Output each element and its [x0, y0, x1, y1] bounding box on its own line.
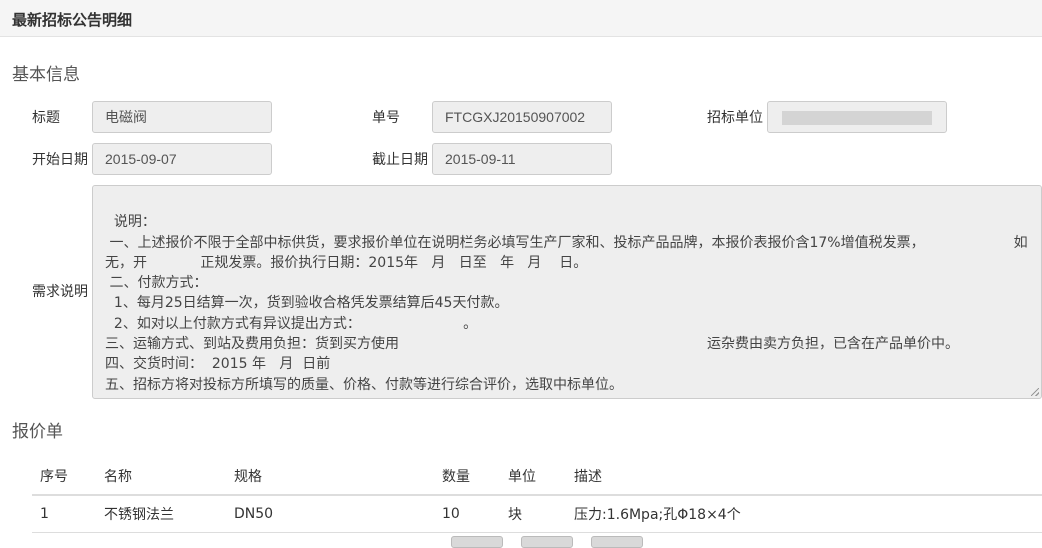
col-index: 序号	[32, 458, 96, 496]
end-date-field[interactable]: 2015-09-11	[432, 143, 612, 175]
page-header: 最新招标公告明细	[0, 0, 1042, 37]
col-spec: 规格	[226, 458, 434, 496]
start-date-field[interactable]: 2015-09-07	[92, 143, 272, 175]
quote-table: 序号 名称 规格 数量 单位 描述 1 不锈钢法兰 DN50 10 块 压力:1…	[32, 458, 1042, 533]
cell-name: 不锈钢法兰	[96, 495, 226, 533]
action-button-1[interactable]	[451, 536, 503, 548]
cell-unit: 块	[500, 495, 566, 533]
col-desc: 描述	[566, 458, 1042, 496]
number-field[interactable]: FTCGXJ20150907002	[432, 101, 612, 133]
unit-label: 招标单位	[707, 110, 763, 126]
action-button-2[interactable]	[521, 536, 573, 548]
start-date-label: 开始日期	[32, 152, 88, 168]
table-header-row: 序号 名称 规格 数量 单位 描述	[32, 458, 1042, 496]
requirement-textarea[interactable]: 说明： 一、上述报价不限于全部中标供货，要求报价单位在说明栏务必填写生产厂家和、…	[92, 185, 1042, 399]
action-button-3[interactable]	[591, 536, 643, 548]
requirement-text: 说明： 一、上述报价不限于全部中标供货，要求报价单位在说明栏务必填写生产厂家和、…	[105, 214, 1028, 393]
title-label: 标题	[32, 110, 60, 126]
unit-field[interactable]	[767, 101, 947, 133]
cell-spec: DN50	[226, 495, 434, 533]
col-unit: 单位	[500, 458, 566, 496]
basic-info-heading: 基本信息	[12, 65, 80, 85]
title-field[interactable]: 电磁阀	[92, 101, 272, 133]
requirement-label: 需求说明	[32, 284, 88, 300]
number-label: 单号	[372, 110, 400, 126]
end-date-label: 截止日期	[372, 152, 428, 168]
col-qty: 数量	[434, 458, 500, 496]
cell-index: 1	[32, 495, 96, 533]
table-row: 1 不锈钢法兰 DN50 10 块 压力:1.6Mpa;孔Φ18×4个	[32, 495, 1042, 533]
cell-desc: 压力:1.6Mpa;孔Φ18×4个	[566, 495, 1042, 533]
cell-qty: 10	[434, 495, 500, 533]
col-name: 名称	[96, 458, 226, 496]
resize-handle[interactable]	[1031, 388, 1039, 396]
page-title: 最新招标公告明细	[12, 11, 133, 29]
quote-heading: 报价单	[12, 422, 63, 442]
redacted-value	[782, 111, 932, 126]
